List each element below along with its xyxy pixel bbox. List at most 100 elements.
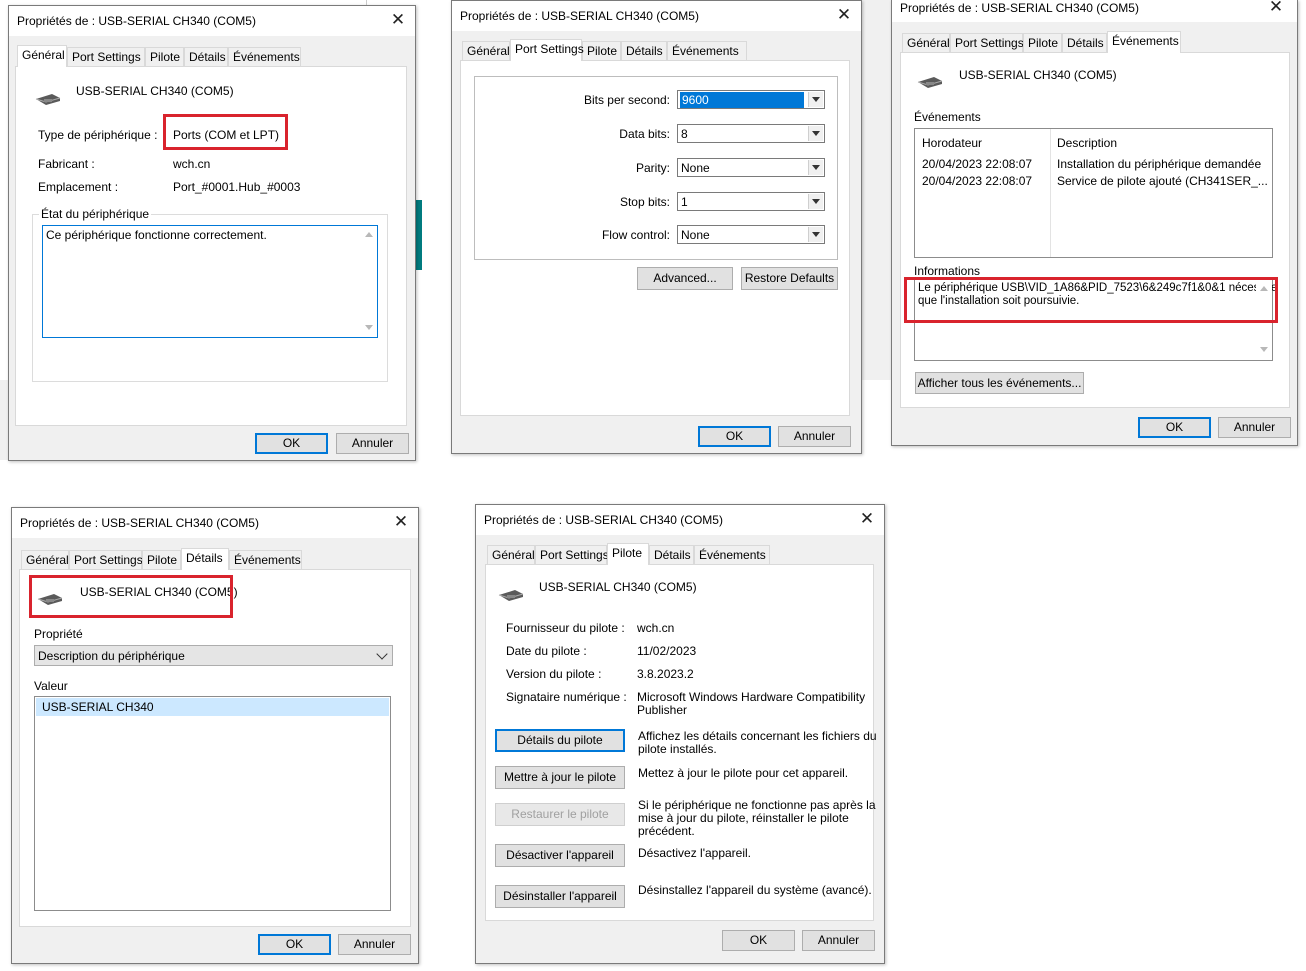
ok-button[interactable]: OK [255, 433, 328, 454]
tab-driver[interactable]: Pilote [582, 41, 621, 60]
tab-details[interactable]: Détails [1062, 33, 1107, 52]
window-title: Propriétés de : USB-SERIAL CH340 (COM5) [17, 14, 256, 28]
advanced-button[interactable]: Advanced... [637, 267, 733, 290]
chevron-down-icon[interactable] [808, 194, 823, 209]
tab-port-settings[interactable]: Port Settings [510, 39, 584, 61]
update-driver-description: Mettez à jour le pilote pour cet apparei… [638, 766, 849, 780]
usb-serial-device-icon [498, 590, 524, 601]
usb-serial-device-icon [917, 77, 943, 88]
background-window-fragment [416, 200, 422, 270]
ok-button[interactable]: OK [258, 934, 331, 955]
tab-details[interactable]: Détails [181, 548, 229, 570]
property-select[interactable]: Description du périphérique [34, 645, 393, 666]
update-driver-button[interactable]: Mettre à jour le pilote [495, 766, 625, 789]
tab-general[interactable]: Général [21, 550, 69, 569]
status-scrollbar[interactable] [361, 226, 377, 336]
tab-details[interactable]: Détails [649, 545, 694, 564]
cancel-button[interactable]: Annuler [338, 934, 411, 955]
parity-label: Parity: [635, 161, 670, 175]
table-row[interactable]: 20/04/2023 22:08:07 Installation du péri… [915, 156, 1272, 173]
driver-details-button[interactable]: Détails du pilote [495, 729, 625, 752]
tab-panel-details: USB-SERIAL CH340 (COM5) Propriété Descri… [19, 569, 411, 927]
events-list[interactable]: Horodateur Description 20/04/2023 22:08:… [914, 128, 1273, 258]
tab-events[interactable]: Événements [694, 545, 770, 564]
parity-select[interactable]: None [677, 158, 825, 177]
properties-window-details: Propriétés de : USB-SERIAL CH340 (COM5) … [11, 507, 419, 964]
restore-defaults-button[interactable]: Restore Defaults [741, 267, 838, 290]
flow-control-label: Flow control: [601, 228, 670, 242]
tab-events[interactable]: Événements [229, 550, 302, 569]
device-name: USB-SERIAL CH340 (COM5) [539, 580, 697, 594]
table-row[interactable]: 20/04/2023 22:08:07 Service de pilote aj… [915, 173, 1272, 190]
title-bar: Propriétés de : USB-SERIAL CH340 (COM5) … [9, 6, 415, 36]
flow-control-select[interactable]: None [677, 225, 825, 244]
highlight-box [29, 575, 233, 618]
ok-button[interactable]: OK [722, 930, 795, 951]
window-title: Propriétés de : USB-SERIAL CH340 (COM5) [460, 9, 699, 23]
driver-provider-label: Fournisseur du pilote : [506, 621, 625, 635]
information-label: Informations [914, 264, 981, 278]
tab-general[interactable]: Général [902, 33, 950, 52]
tab-details[interactable]: Détails [621, 41, 667, 60]
column-header-description[interactable]: Description [1057, 136, 1117, 150]
cancel-button[interactable]: Annuler [336, 433, 409, 454]
title-bar: Propriétés de : USB-SERIAL CH340 (COM5) … [12, 508, 418, 538]
uninstall-device-button[interactable]: Désinstaller l'appareil [495, 885, 625, 908]
chevron-down-icon[interactable] [376, 648, 388, 660]
digital-signer-value-line2: Publisher [637, 703, 688, 717]
chevron-down-icon[interactable] [808, 92, 823, 107]
tab-events[interactable]: Événements [228, 47, 301, 66]
manufacturer-value: wch.cn [173, 157, 211, 171]
tab-events[interactable]: Événements [1107, 31, 1181, 53]
manufacturer-label: Fabricant : [38, 157, 95, 171]
tab-details[interactable]: Détails [184, 47, 228, 66]
properties-window-port-settings: Propriétés de : USB-SERIAL CH340 (COM5) … [451, 0, 862, 454]
tab-port-settings[interactable]: Port Settings [67, 47, 145, 66]
chevron-down-icon[interactable] [808, 160, 823, 175]
tab-driver[interactable]: Pilote [145, 47, 184, 66]
ok-button[interactable]: OK [698, 426, 771, 447]
close-icon[interactable]: ✕ [833, 4, 855, 26]
window-title: Propriétés de : USB-SERIAL CH340 (COM5) [484, 513, 723, 527]
data-bits-select[interactable]: 8 [677, 124, 825, 143]
close-icon[interactable]: ✕ [856, 508, 878, 530]
list-item[interactable]: USB-SERIAL CH340 [36, 698, 389, 716]
cancel-button[interactable]: Annuler [778, 426, 851, 447]
tab-port-settings[interactable]: Port Settings [950, 33, 1024, 52]
event-time: 20/04/2023 22:08:07 [922, 157, 1033, 171]
roll-back-driver-button[interactable]: Restaurer le pilote [495, 803, 625, 826]
column-header-timestamp[interactable]: Horodateur [922, 136, 982, 150]
close-icon[interactable]: ✕ [390, 511, 412, 533]
tab-driver[interactable]: Pilote [1023, 33, 1062, 52]
device-name: USB-SERIAL CH340 (COM5) [76, 84, 234, 98]
tab-port-settings[interactable]: Port Settings [535, 545, 609, 564]
device-status-text[interactable]: Ce périphérique fonctionne correctement. [42, 225, 378, 338]
chevron-down-icon[interactable] [808, 227, 823, 242]
tab-general[interactable]: Général [462, 41, 510, 60]
column-divider[interactable] [1050, 129, 1051, 257]
title-bar: Propriétés de : USB-SERIAL CH340 (COM5) … [892, 0, 1297, 22]
disable-device-button[interactable]: Désactiver l'appareil [495, 844, 625, 867]
tab-general[interactable]: Général [487, 545, 535, 564]
title-bar: Propriétés de : USB-SERIAL CH340 (COM5) … [476, 505, 884, 535]
value-list[interactable]: USB-SERIAL CH340 [34, 696, 391, 911]
tab-port-settings[interactable]: Port Settings [69, 550, 143, 569]
tab-general[interactable]: Général [17, 45, 67, 67]
properties-window-driver: Propriétés de : USB-SERIAL CH340 (COM5) … [475, 504, 885, 964]
cancel-button[interactable]: Annuler [1218, 417, 1291, 438]
tab-driver[interactable]: Pilote [142, 550, 181, 569]
chevron-down-icon[interactable] [808, 126, 823, 141]
ok-button[interactable]: OK [1138, 417, 1211, 438]
tab-events[interactable]: Événements [667, 41, 747, 60]
bits-per-second-select[interactable]: 9600 [677, 90, 825, 109]
window-title: Propriétés de : USB-SERIAL CH340 (COM5) [20, 516, 259, 530]
close-icon[interactable]: ✕ [387, 9, 409, 31]
location-label: Emplacement : [38, 180, 119, 194]
cancel-button[interactable]: Annuler [802, 930, 875, 951]
tab-panel-driver: USB-SERIAL CH340 (COM5) Fournisseur du p… [485, 564, 877, 921]
digital-signer-value: Microsoft Windows Hardware Compatibility [637, 690, 866, 704]
stop-bits-select[interactable]: 1 [677, 192, 825, 211]
show-all-events-button[interactable]: Afficher tous les événements... [915, 372, 1084, 394]
tab-driver[interactable]: Pilote [607, 543, 649, 565]
close-icon[interactable]: ✕ [1265, 0, 1287, 18]
